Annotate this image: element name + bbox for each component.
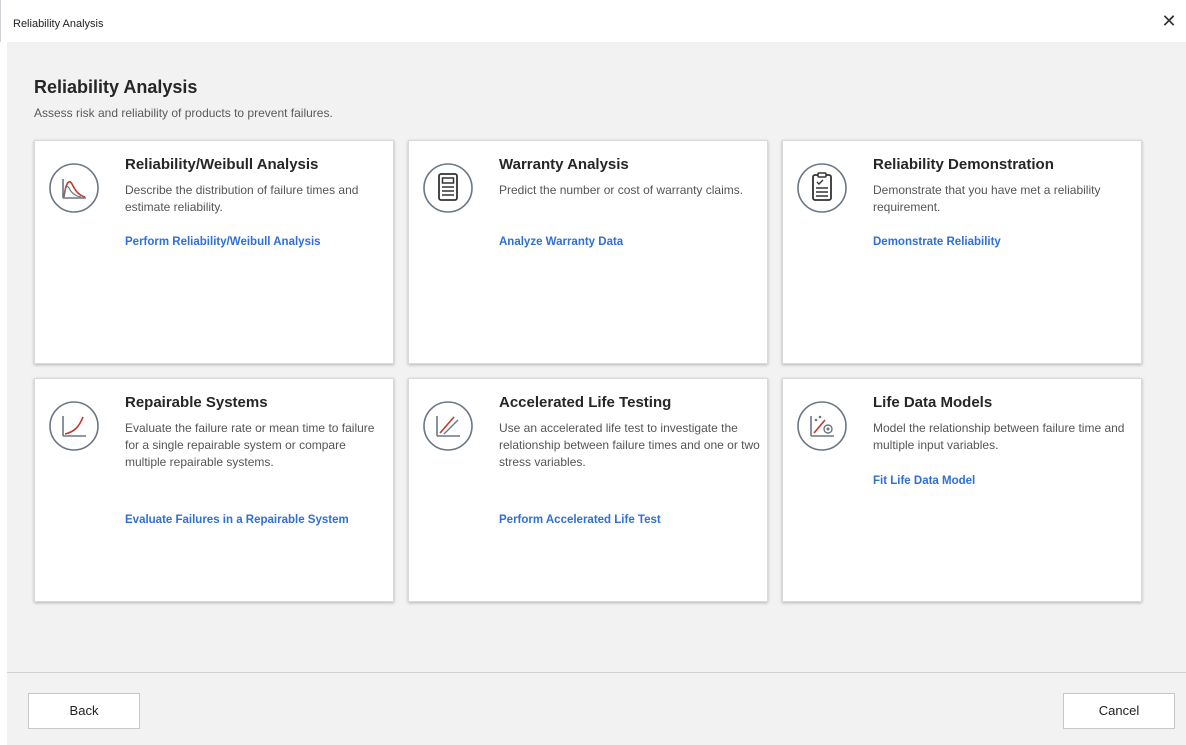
page-title: Reliability Analysis: [34, 77, 198, 97]
footer-bar: Back Cancel: [7, 673, 1186, 745]
main-content: Reliability Analysis Assess risk and rel…: [7, 42, 1186, 672]
accelerated-lines-icon: [422, 400, 474, 452]
card-description: Use an accelerated life test to investig…: [499, 421, 760, 469]
page-subtitle: Assess risk and reliability of products …: [34, 106, 333, 120]
perform-weibull-link[interactable]: Perform Reliability/Weibull Analysis: [125, 236, 321, 248]
growth-curve-icon: [48, 400, 100, 452]
card-description: Predict the number or cost of warranty c…: [499, 183, 744, 197]
card-description: Evaluate the failure rate or mean time t…: [125, 421, 375, 469]
card-title: Life Data Models: [873, 394, 993, 411]
perform-accelerated-link[interactable]: Perform Accelerated Life Test: [499, 514, 661, 526]
card-title: Warranty Analysis: [499, 156, 629, 173]
card-reliability-demonstration[interactable]: Reliability Demonstration Demonstrate th…: [782, 140, 1142, 364]
clipboard-check-icon: [796, 162, 848, 214]
card-title: Reliability Demonstration: [873, 156, 1054, 173]
card-title: Repairable Systems: [125, 394, 268, 411]
card-description: Model the relationship between failure t…: [873, 421, 1125, 452]
card-reliability-weibull[interactable]: Reliability/Weibull Analysis Describe th…: [34, 140, 394, 364]
fit-life-data-model-link[interactable]: Fit Life Data Model: [873, 475, 975, 487]
close-icon[interactable]: ✕: [1160, 12, 1178, 30]
life-data-model-icon: [796, 400, 848, 452]
title-bar: Reliability Analysis ✕: [0, 0, 1186, 42]
card-life-data-models[interactable]: Life Data Models Model the relationship …: [782, 378, 1142, 602]
weibull-distribution-icon: [48, 162, 100, 214]
back-button[interactable]: Back: [28, 693, 140, 729]
cancel-button[interactable]: Cancel: [1063, 693, 1175, 729]
analyze-warranty-link[interactable]: Analyze Warranty Data: [499, 236, 623, 248]
card-description: Demonstrate that you have met a reliabil…: [873, 183, 1101, 214]
card-title: Accelerated Life Testing: [499, 394, 672, 411]
evaluate-repairable-link[interactable]: Evaluate Failures in a Repairable System: [125, 514, 349, 526]
card-repairable-systems[interactable]: Repairable Systems Evaluate the failure …: [34, 378, 394, 602]
card-title: Reliability/Weibull Analysis: [125, 156, 319, 173]
card-warranty-analysis[interactable]: Warranty Analysis Predict the number or …: [408, 140, 768, 364]
demonstrate-reliability-link[interactable]: Demonstrate Reliability: [873, 236, 1001, 248]
window-title: Reliability Analysis: [13, 18, 104, 30]
card-accelerated-life-testing[interactable]: Accelerated Life Testing Use an accelera…: [408, 378, 768, 602]
warranty-document-icon: [422, 162, 474, 214]
card-description: Describe the distribution of failure tim…: [125, 183, 359, 214]
